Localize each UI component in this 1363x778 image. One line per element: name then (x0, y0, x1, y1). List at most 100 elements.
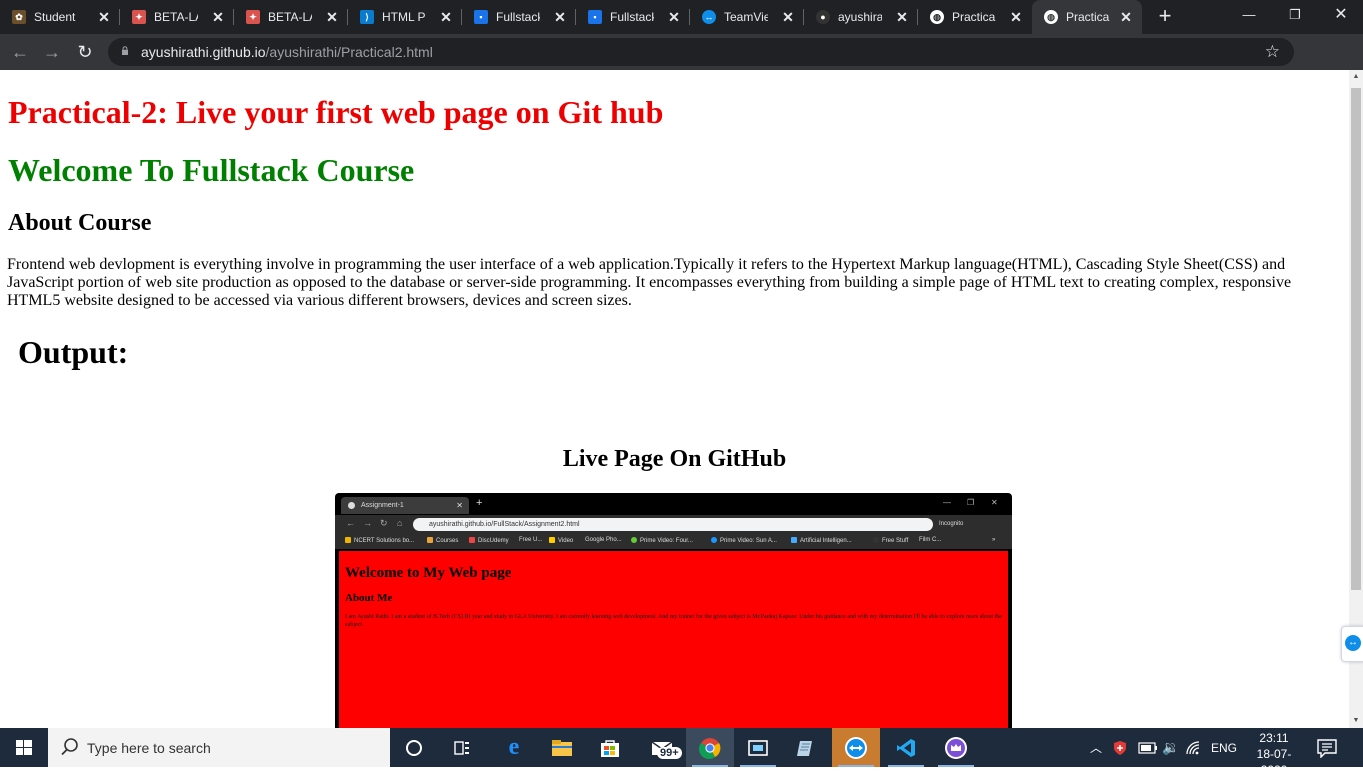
page-heading-practical: Practical-2: Live your first web page on… (8, 94, 664, 130)
address-bar[interactable]: ayushirathi.github.io/ayushirathi/Practi… (108, 38, 1294, 66)
classroom-icon: ▪ (474, 10, 488, 24)
battery-icon[interactable] (1138, 728, 1158, 767)
scrollbar-thumb[interactable] (1351, 88, 1361, 590)
browser-toolbar: ← → ↻ ayushirathi.github.io/ayushirathi/… (0, 34, 1363, 97)
clock-time: 23:11 (1259, 731, 1289, 745)
tab-fullstack-1[interactable]: ▪ Fullstack ✕ (462, 0, 576, 34)
github-icon: ● (816, 10, 830, 24)
show-hidden-icons[interactable]: ︿ (1090, 728, 1102, 767)
forward-button[interactable]: → (40, 40, 64, 64)
tab-close-icon[interactable]: ✕ (1118, 9, 1134, 25)
tab-fullstack-2[interactable]: ▪ Fullstack ✕ (576, 0, 690, 34)
bookmark-star-icon[interactable]: ☆ (1265, 42, 1280, 62)
tab-practical-1[interactable]: ◍ Practical- ✕ (918, 0, 1032, 34)
tab-beta-lab-2[interactable]: ✦ BETA-LAB ✕ (234, 0, 348, 34)
url-text: ayushirathi.github.io/ayushirathi/Practi… (141, 44, 433, 60)
embedded-paragraph: I am Ayushi Rathi. I am a student of B.T… (345, 614, 1002, 628)
bookmark-item: Free U... (519, 537, 543, 543)
tab-student[interactable]: ✿ Student C ✕ (0, 0, 120, 34)
tab-teamviewer[interactable]: ↔ TeamViev ✕ (690, 0, 804, 34)
tab-close-icon[interactable]: ✕ (894, 9, 910, 25)
back-icon: ← (346, 518, 355, 528)
edge-icon[interactable]: e (490, 728, 538, 767)
minimize-button[interactable]: — (1226, 0, 1272, 34)
close-window-button[interactable]: ✕ (1318, 0, 1363, 34)
more-bookmarks-icon: » (992, 537, 996, 543)
mail-icon[interactable]: 99+ (638, 728, 686, 767)
bookmark-item: DiscUdemy (469, 537, 509, 544)
tab-close-icon[interactable]: ✕ (780, 9, 796, 25)
screen-recorder-icon[interactable] (734, 728, 782, 767)
beta-lab-icon: ✦ (246, 10, 260, 24)
tab-html-project[interactable]: ⟩ HTML Pr ✕ (348, 0, 462, 34)
globe-icon: ◍ (1044, 10, 1058, 24)
windows-start-button[interactable] (0, 728, 48, 767)
close-icon: ✕ (991, 498, 998, 507)
embedded-url: ayushirathi.github.io/FullStack/Assignme… (413, 518, 933, 531)
back-button[interactable]: ← (8, 40, 32, 64)
close-icon: ✕ (456, 501, 463, 510)
scroll-down-arrow[interactable]: ▼ (1349, 714, 1363, 728)
tab-close-icon[interactable]: ✕ (210, 9, 226, 25)
teamviewer-taskbar-icon[interactable] (832, 728, 880, 767)
search-icon (61, 738, 78, 756)
tab-close-icon[interactable]: ✕ (96, 9, 112, 25)
tab-github[interactable]: ● ayushirat ✕ (804, 0, 918, 34)
minimize-icon: — (943, 498, 951, 507)
teamviewer-icon: ↔ (702, 10, 716, 24)
globe-icon: ◍ (930, 10, 944, 24)
vscode-icon: ⟩ (360, 10, 374, 24)
notepad-icon[interactable] (782, 728, 830, 767)
home-icon: ⌂ (397, 518, 403, 528)
app-icon[interactable] (932, 728, 980, 767)
vscode-taskbar-icon[interactable] (882, 728, 930, 767)
bookmark-item: Artificial Intelligen... (791, 537, 852, 544)
live-page-heading: Live Page On GitHub (562, 446, 787, 472)
bookmark-item: Google Pho... (585, 537, 622, 543)
page-content: Practical-2: Live your first web page on… (0, 70, 1349, 728)
action-center-icon[interactable] (1316, 738, 1338, 758)
page-heading-welcome: Welcome To Fullstack Course (8, 152, 415, 188)
github-page-screenshot: Assignment-1 ✕ + — ❐ ✕ ← → ↻ ⌂ ayushirath… (335, 493, 1012, 728)
student-icon: ✿ (12, 10, 26, 24)
teamviewer-widget[interactable]: ↔ (1341, 626, 1363, 662)
bookmark-item: Video (549, 537, 573, 544)
chrome-icon[interactable] (686, 728, 734, 767)
teamviewer-icon: ↔ (1345, 635, 1361, 651)
tab-close-icon[interactable]: ✕ (666, 9, 682, 25)
tab-close-icon[interactable]: ✕ (1008, 9, 1024, 25)
system-clock[interactable]: 23:11 18-07-2020 (1246, 730, 1302, 778)
lock-icon (122, 46, 128, 55)
store-icon[interactable] (586, 728, 634, 767)
classroom-icon: ▪ (588, 10, 602, 24)
embedded-page: Welcome to My Web page About Me I am Ayu… (339, 551, 1008, 728)
wifi-icon[interactable] (1186, 728, 1202, 767)
cortana-icon[interactable] (390, 728, 438, 767)
tab-beta-lab-1[interactable]: ✦ BETA-LAB ✕ (120, 0, 234, 34)
bookmark-item: Film C... (919, 537, 942, 543)
clock-date: 18-07-2020 (1256, 747, 1292, 777)
incognito-label: Incognito (939, 521, 964, 527)
new-tab-button[interactable]: + (1153, 4, 1177, 28)
reload-icon: ↻ (380, 518, 388, 528)
bookmark-item: Prime Video: Sun A... (711, 537, 777, 544)
language-indicator[interactable]: ENG (1211, 728, 1237, 767)
task-view-icon[interactable] (438, 728, 486, 767)
tab-practical-2[interactable]: ◍ Practical2 ✕ (1032, 0, 1142, 34)
taskbar-search-box[interactable]: Type here to search (48, 728, 390, 767)
scroll-up-arrow[interactable]: ▲ (1349, 70, 1363, 84)
security-icon[interactable] (1112, 728, 1128, 767)
embedded-heading: Welcome to My Web page (345, 565, 512, 581)
tab-close-icon[interactable]: ✕ (324, 9, 340, 25)
beta-lab-icon: ✦ (132, 10, 146, 24)
tab-close-icon[interactable]: ✕ (552, 9, 568, 25)
file-explorer-icon[interactable] (538, 728, 586, 767)
volume-icon[interactable]: 🔉 (1162, 728, 1179, 767)
embedded-bookmarks-bar: NCERT Solutions bo... Courses DiscUdemy … (335, 535, 1012, 549)
embedded-tab: Assignment-1 ✕ (341, 497, 469, 514)
about-paragraph: Frontend web devlopment is everything in… (7, 256, 1292, 309)
reload-button[interactable]: ↻ (73, 40, 97, 64)
tab-close-icon[interactable]: ✕ (438, 9, 454, 25)
page-heading-about: About Course (8, 210, 152, 236)
restore-button[interactable]: ❐ (1272, 0, 1318, 34)
